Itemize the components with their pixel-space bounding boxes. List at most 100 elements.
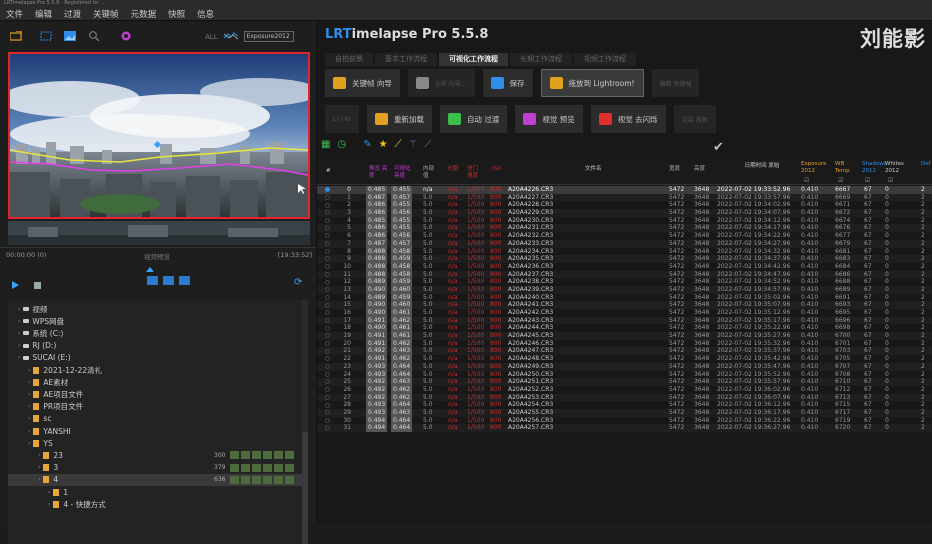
table-row[interactable]: 4 0.485 0.455 5.0 n/a 1/500 800 A20A4230.CR3 547…: [317, 216, 932, 225]
expand-arrow-icon[interactable]: ›: [28, 415, 30, 422]
table-row[interactable]: 21 0.492 0.463 5.0 n/a 1/500 800 A20A4247.CR3 54…: [317, 347, 932, 356]
clock-icon[interactable]: ◷: [337, 139, 346, 150]
shadows-checkbox[interactable]: ☑: [865, 177, 870, 184]
table-row[interactable]: 24 0.493 0.464 5.0 n/a 1/500 800 A20A4250.CR3 54…: [317, 370, 932, 379]
tree-item[interactable]: › 2021-12-22清礼: [8, 364, 302, 376]
workflow-tab[interactable]: 基本工作流程: [375, 53, 437, 66]
tree-item[interactable]: › 4 - 快捷方式: [8, 498, 302, 510]
col-exposure[interactable]: Exposure 2012: [801, 161, 831, 175]
keyframe-next-icon[interactable]: [179, 276, 190, 285]
table-row[interactable]: 13 0.490 0.460 5.0 n/a 1/500 800 A20A4239.CR3 54…: [317, 285, 932, 294]
curve-filter-icon[interactable]: ⟋: [395, 139, 402, 150]
keyframe-add-icon[interactable]: [163, 276, 174, 285]
table-row[interactable]: 9 0.488 0.459 5.0 n/a 1/500 800 A20A4235.CR3 547…: [317, 255, 932, 263]
row-marker-icon[interactable]: [325, 310, 330, 316]
tree-item[interactable]: › AE项目文件: [8, 388, 302, 400]
row-marker-icon[interactable]: [325, 294, 330, 300]
col-wb[interactable]: WB Temp: [835, 161, 855, 175]
row-marker-icon[interactable]: [325, 194, 330, 200]
table-row[interactable]: 1 0.487 0.457 5.0 n/a 1/500 800 A20A4227.CR3 547…: [317, 193, 932, 202]
row-marker-icon[interactable]: [325, 394, 330, 400]
row-marker-icon[interactable]: [325, 356, 330, 362]
expand-arrow-icon[interactable]: ›: [28, 379, 30, 386]
table-row[interactable]: 20 0.491 0.462 5.0 n/a 1/500 800 A20A4246.CR3 54…: [317, 339, 932, 348]
magic-wand-icon[interactable]: ⚚: [409, 139, 418, 150]
tree-scrollbar-thumb[interactable]: [302, 432, 308, 544]
metadata-dropdown[interactable]: Exposure2012: [243, 31, 294, 42]
row-marker-icon[interactable]: [325, 264, 330, 270]
table-row[interactable]: 17 0.491 0.462 5.0 n/a 1/500 800 A20A4243.CR3 54…: [317, 316, 932, 325]
workflow-button[interactable]: 编辑 关键帧: [651, 69, 700, 97]
table-row[interactable]: 15 0.490 0.460 5.0 n/a 1/500 800 A20A4241.CR3 54…: [317, 301, 932, 310]
row-marker-icon[interactable]: [325, 317, 330, 323]
col-visual-lum[interactable]: 可视化 亮度: [394, 166, 416, 180]
star-icon[interactable]: ★: [379, 139, 388, 150]
expand-arrow-icon[interactable]: ›: [38, 452, 40, 459]
expand-arrow-icon[interactable]: ›: [48, 501, 50, 508]
col-iso[interactable]: ISO: [492, 166, 501, 173]
col-filename[interactable]: 文件名: [585, 166, 602, 173]
expand-arrow-icon[interactable]: ›: [18, 306, 20, 313]
workflow-tab[interactable]: 视频工作流程: [574, 53, 636, 66]
brush-icon[interactable]: ⟋: [425, 139, 432, 150]
edit-keyframe-icon[interactable]: ✎: [363, 139, 371, 150]
tree-item[interactable]: › 1: [8, 486, 302, 498]
expand-arrow-icon[interactable]: ›: [18, 354, 20, 361]
expand-arrow-icon[interactable]: ›: [28, 440, 30, 447]
table-row[interactable]: 7 0.487 0.457 5.0 n/a 1/500 800 A20A4233.CR3 547…: [317, 239, 932, 248]
row-marker-icon[interactable]: [325, 364, 330, 370]
col-aperture[interactable]: 光圈: [447, 166, 458, 173]
stop-icon[interactable]: [34, 282, 41, 289]
menu-item[interactable]: 过渡: [64, 8, 81, 20]
row-marker-icon[interactable]: [325, 302, 330, 308]
row-marker-icon[interactable]: [325, 248, 330, 254]
expand-arrow-icon[interactable]: ›: [28, 428, 30, 435]
timeline-bar[interactable]: 00:00:00 (0) 视频预览 [19:33:52]: [0, 247, 316, 261]
row-marker-icon[interactable]: [325, 210, 330, 216]
play-icon[interactable]: [12, 281, 19, 289]
tree-item[interactable]: › 3 379: [8, 462, 302, 474]
row-marker-icon[interactable]: [325, 225, 330, 231]
workflow-button[interactable]: 全样 向导...: [407, 69, 475, 97]
expand-arrow-icon[interactable]: ›: [38, 476, 40, 483]
col-width[interactable]: 宽度: [669, 166, 680, 173]
col-shadows[interactable]: Shadows 2012: [862, 161, 887, 175]
menu-item[interactable]: 文件: [6, 8, 23, 20]
table-row[interactable]: 5 0.486 0.455 5.0 n/a 1/500 800 A20A4231.CR3 547…: [317, 224, 932, 233]
row-marker-icon[interactable]: [325, 233, 330, 239]
refresh-icon[interactable]: ⟳: [294, 277, 302, 288]
row-marker-icon[interactable]: [325, 187, 330, 193]
workflow-tab[interactable]: 可视化工作流程: [439, 53, 508, 66]
table-row[interactable]: 22 0.491 0.462 5.0 n/a 1/500 800 A20A4248.CR3 54…: [317, 355, 932, 363]
workflow-button[interactable]: 渲染 视频: [673, 105, 716, 133]
exposure-checkbox[interactable]: ☑: [804, 177, 809, 184]
workflow-tab[interactable]: 长期工作流程: [510, 53, 572, 66]
table-row[interactable]: 3 0.486 0.456 5.0 n/a 1/500 800 A20A4229.CR3 547…: [317, 209, 932, 217]
tree-item[interactable]: › SUCAI (E:): [8, 352, 302, 364]
table-row[interactable]: 26 0.492 0.462 5.0 n/a 1/500 800 A20A4252.CR3 54…: [317, 385, 932, 394]
whites-checkbox[interactable]: ☑: [888, 177, 893, 184]
row-marker-icon[interactable]: [325, 371, 330, 377]
row-marker-icon[interactable]: [325, 241, 330, 247]
expand-arrow-icon[interactable]: ›: [18, 318, 20, 325]
table-row[interactable]: 19 0.491 0.461 5.0 n/a 1/500 800 A20A4245.CR3 54…: [317, 332, 932, 340]
row-marker-icon[interactable]: [325, 379, 330, 385]
table-row[interactable]: 2 0.486 0.455 5.0 n/a 1/500 800 A20A4228.CR3 547…: [317, 201, 932, 210]
playhead-marker-icon[interactable]: [146, 267, 154, 272]
col-shutter[interactable]: 快门 速度: [467, 166, 485, 180]
row-marker-icon[interactable]: [325, 325, 330, 331]
expand-arrow-icon[interactable]: ›: [38, 464, 40, 471]
expand-arrow-icon[interactable]: ›: [48, 489, 50, 496]
table-row[interactable]: 23 0.493 0.464 5.0 n/a 1/500 800 A20A4249.CR3 54…: [317, 362, 932, 371]
col-internal[interactable]: 内部 值: [423, 166, 441, 180]
curve-icon[interactable]: [223, 31, 238, 42]
row-marker-icon[interactable]: [325, 387, 330, 393]
workflow-tab[interactable]: 自拍前景: [325, 53, 373, 66]
table-row[interactable]: 27 0.492 0.462 5.0 n/a 1/500 800 A20A4253.CR3 54…: [317, 393, 932, 402]
workflow-button[interactable]: 自动 过渡: [439, 105, 508, 133]
table-row[interactable]: 18 0.490 0.461 5.0 n/a 1/500 800 A20A4244.CR3 54…: [317, 324, 932, 333]
tree-item[interactable]: › PR项目文件: [8, 401, 302, 413]
table-row[interactable]: 6 0.486 0.456 5.0 n/a 1/500 800 A20A4232.CR3 547…: [317, 232, 932, 240]
expand-arrow-icon[interactable]: ›: [28, 391, 30, 398]
tree-item[interactable]: › AE素材: [8, 376, 302, 388]
